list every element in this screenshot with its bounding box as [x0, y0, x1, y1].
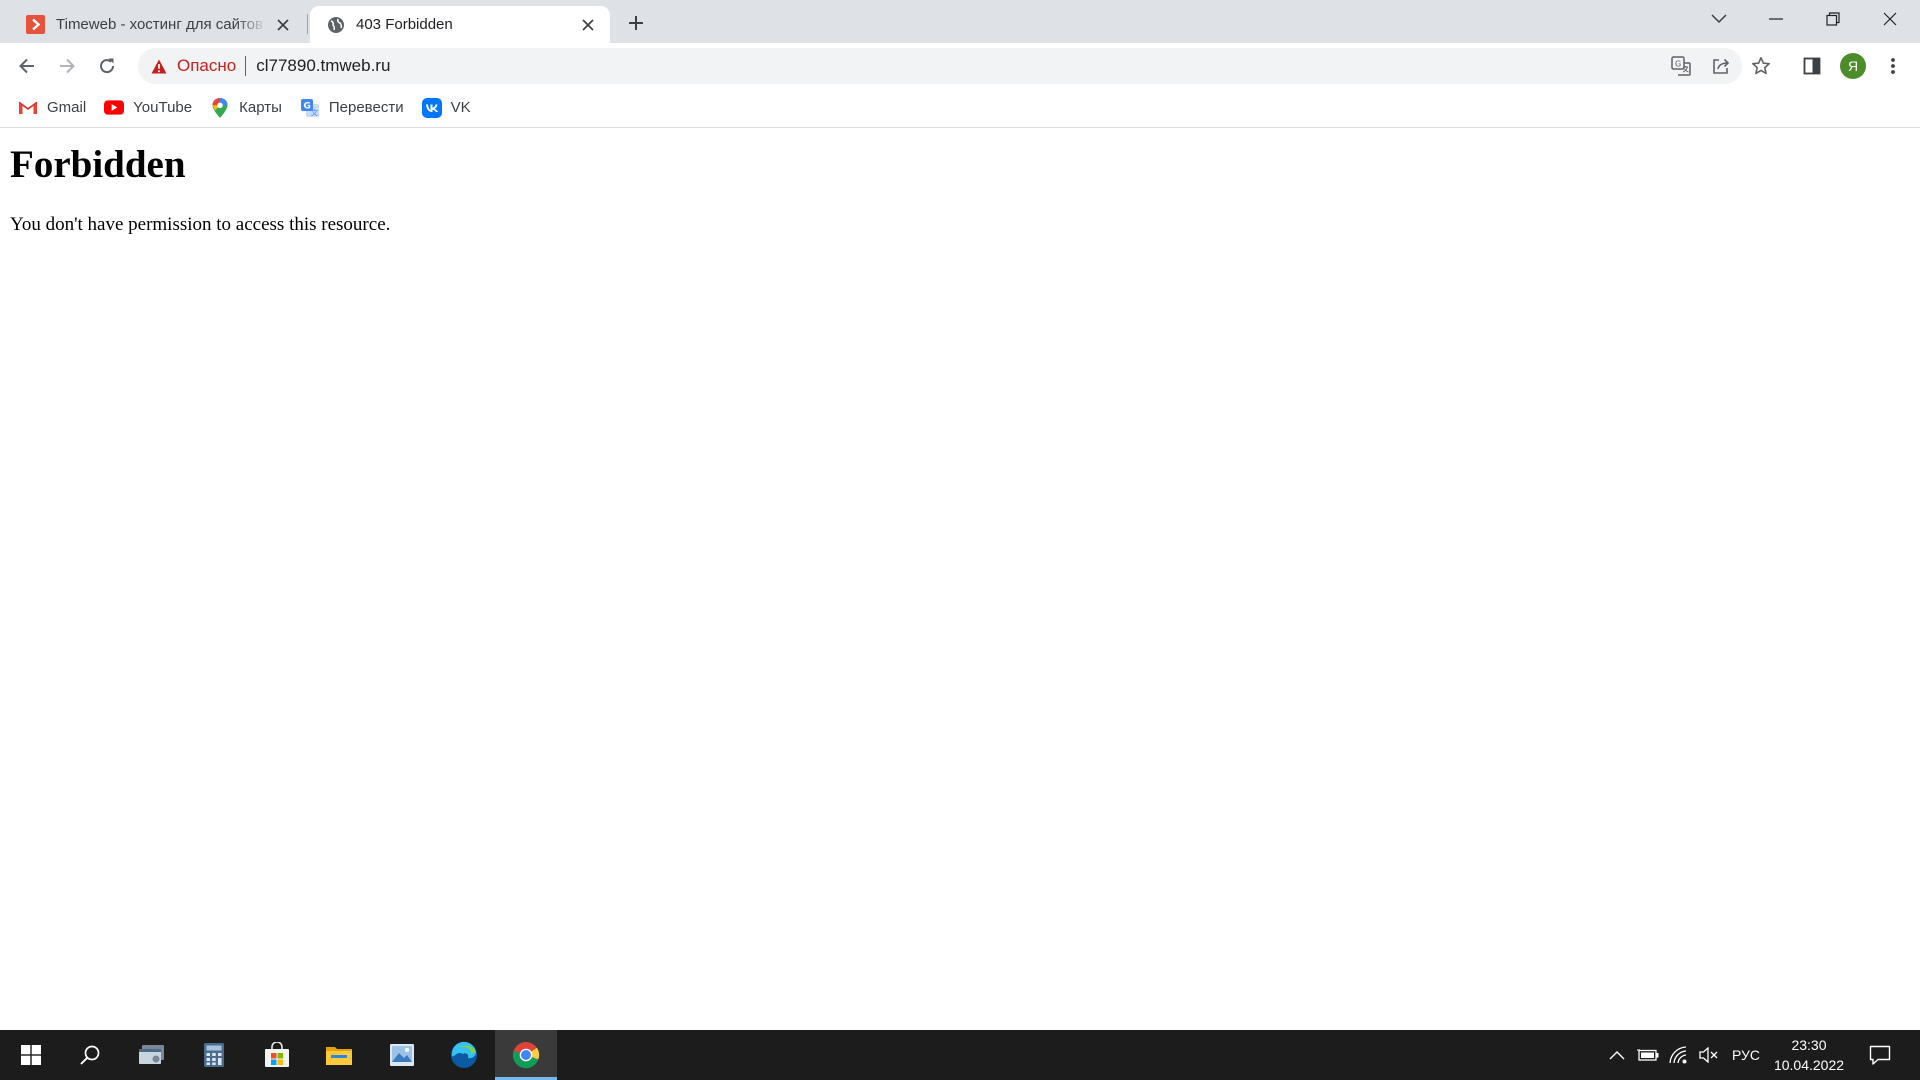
- taskbar-app-window[interactable]: [121, 1030, 183, 1080]
- show-hidden-icons-button[interactable]: [1603, 1030, 1631, 1080]
- taskbar-photos[interactable]: [371, 1030, 433, 1080]
- windows-logo-icon: [21, 1045, 41, 1065]
- network-button[interactable]: [1664, 1030, 1694, 1080]
- chevron-down-icon: [1711, 14, 1727, 24]
- bookmark-translate[interactable]: G文 Перевести: [296, 93, 413, 123]
- calculator-icon: [204, 1043, 224, 1067]
- new-tab-button[interactable]: [622, 9, 650, 37]
- microsoft-store-icon: [265, 1042, 289, 1067]
- reload-icon: [100, 58, 115, 74]
- restore-icon: [1826, 12, 1840, 26]
- notification-icon: [1869, 1045, 1891, 1065]
- address-divider: [245, 56, 247, 76]
- back-button[interactable]: [10, 49, 44, 83]
- svg-text:G: G: [303, 101, 310, 111]
- photos-icon: [390, 1044, 414, 1066]
- close-tab-icon[interactable]: [578, 15, 598, 35]
- taskbar-microsoft-store[interactable]: [246, 1030, 308, 1080]
- search-icon: [80, 1045, 100, 1065]
- security-status-label[interactable]: Опасно: [177, 56, 236, 76]
- volume-button[interactable]: [1694, 1030, 1724, 1080]
- clock[interactable]: 23:30 10.04.2022: [1768, 1030, 1850, 1080]
- bookmark-youtube[interactable]: YouTube: [100, 93, 201, 123]
- svg-text:G: G: [1675, 60, 1681, 69]
- search-button[interactable]: [59, 1030, 121, 1080]
- bookmark-label: VK: [450, 99, 471, 116]
- close-icon: [1883, 12, 1897, 26]
- arrow-right-icon: [60, 58, 75, 74]
- reload-button[interactable]: [90, 49, 124, 83]
- plus-icon: [629, 16, 643, 30]
- minimize-button[interactable]: [1748, 0, 1804, 38]
- arrow-left-icon: [19, 58, 34, 74]
- forward-button[interactable]: [50, 49, 84, 83]
- bookmark-gmail[interactable]: Gmail: [14, 93, 95, 123]
- bookmark-vk[interactable]: VK: [418, 93, 480, 123]
- chrome-menu-button[interactable]: [1876, 49, 1910, 83]
- chrome-icon: [512, 1042, 540, 1069]
- clock-time: 23:30: [1791, 1037, 1827, 1053]
- windows-taskbar: РУС 23:30 10.04.2022: [0, 1030, 1920, 1080]
- side-panel-button[interactable]: [1795, 49, 1829, 83]
- timeweb-logo-icon: [26, 15, 45, 34]
- browser-toolbar: Опасно cl77890.tmweb.ru G Я: [0, 43, 1920, 88]
- input-language[interactable]: РУС: [1726, 1030, 1766, 1080]
- globe-icon: [326, 15, 345, 34]
- address-bar[interactable]: Опасно cl77890.tmweb.ru G: [138, 48, 1770, 84]
- vk-icon: [421, 97, 442, 118]
- more-vertical-icon: [1891, 58, 1895, 74]
- maps-pin-icon: [210, 97, 230, 118]
- edge-icon: [451, 1041, 477, 1068]
- volume-muted-icon: [1699, 1047, 1718, 1063]
- chevron-up-icon: [1609, 1051, 1625, 1060]
- taskbar-edge[interactable]: [433, 1030, 495, 1080]
- youtube-icon: [104, 98, 125, 118]
- page-heading: Forbidden: [10, 143, 186, 186]
- close-window-button[interactable]: [1862, 0, 1918, 38]
- profile-button[interactable]: Я: [1836, 49, 1870, 83]
- avatar: Я: [1840, 53, 1866, 79]
- bookmark-star-button[interactable]: [1744, 49, 1778, 83]
- translate-icon: G: [1671, 56, 1691, 76]
- star-icon: [1752, 57, 1770, 75]
- share-button[interactable]: [1704, 49, 1738, 83]
- start-button[interactable]: [0, 1030, 62, 1080]
- tab-separator: [307, 14, 308, 34]
- action-center-button[interactable]: [1860, 1030, 1900, 1080]
- tab-403-forbidden[interactable]: 403 Forbidden: [310, 6, 610, 43]
- translate-page-button[interactable]: G: [1664, 49, 1698, 83]
- bookmarks-bar: Gmail YouTube Карты G文 Перевести VK: [0, 88, 1920, 128]
- restore-button[interactable]: [1805, 0, 1861, 38]
- minimize-icon: [1769, 18, 1783, 20]
- clock-date: 10.04.2022: [1773, 1057, 1845, 1073]
- bookmark-maps[interactable]: Карты: [206, 93, 291, 123]
- translate-icon: G文: [300, 98, 320, 118]
- bookmark-label: Карты: [239, 99, 282, 116]
- taskbar-calculator[interactable]: [183, 1030, 245, 1080]
- gmail-icon: [18, 98, 38, 118]
- svg-text:文: 文: [311, 108, 318, 117]
- wifi-icon: [1669, 1046, 1687, 1064]
- bookmark-label: Перевести: [328, 99, 404, 116]
- tab-strip: Timeweb - хостинг для сайтов и 403 Forbi…: [0, 0, 1920, 43]
- taskbar-chrome[interactable]: [495, 1030, 557, 1080]
- taskbar-file-explorer[interactable]: [308, 1030, 370, 1080]
- side-panel-icon: [1803, 57, 1821, 75]
- tab-title: 403 Forbidden: [356, 16, 453, 33]
- close-tab-icon[interactable]: [273, 15, 293, 35]
- bookmark-label: YouTube: [133, 99, 193, 116]
- bookmark-label: Gmail: [47, 99, 87, 116]
- tab-search-button[interactable]: [1691, 0, 1747, 38]
- warning-triangle-icon[interactable]: [150, 57, 168, 75]
- share-icon: [1713, 58, 1730, 74]
- battery-icon: [1637, 1049, 1659, 1061]
- tab-title: Timeweb - хостинг для сайтов и: [56, 16, 267, 33]
- folder-icon: [326, 1047, 352, 1065]
- tab-timeweb[interactable]: Timeweb - хостинг для сайтов и: [10, 6, 305, 43]
- page-content: Forbidden You don't have permission to a…: [0, 129, 1920, 1029]
- app-window-icon: [139, 1045, 164, 1064]
- error-message: You don't have permission to access this…: [10, 214, 391, 235]
- battery-button[interactable]: [1633, 1030, 1663, 1080]
- url-text[interactable]: cl77890.tmweb.ru: [256, 56, 390, 76]
